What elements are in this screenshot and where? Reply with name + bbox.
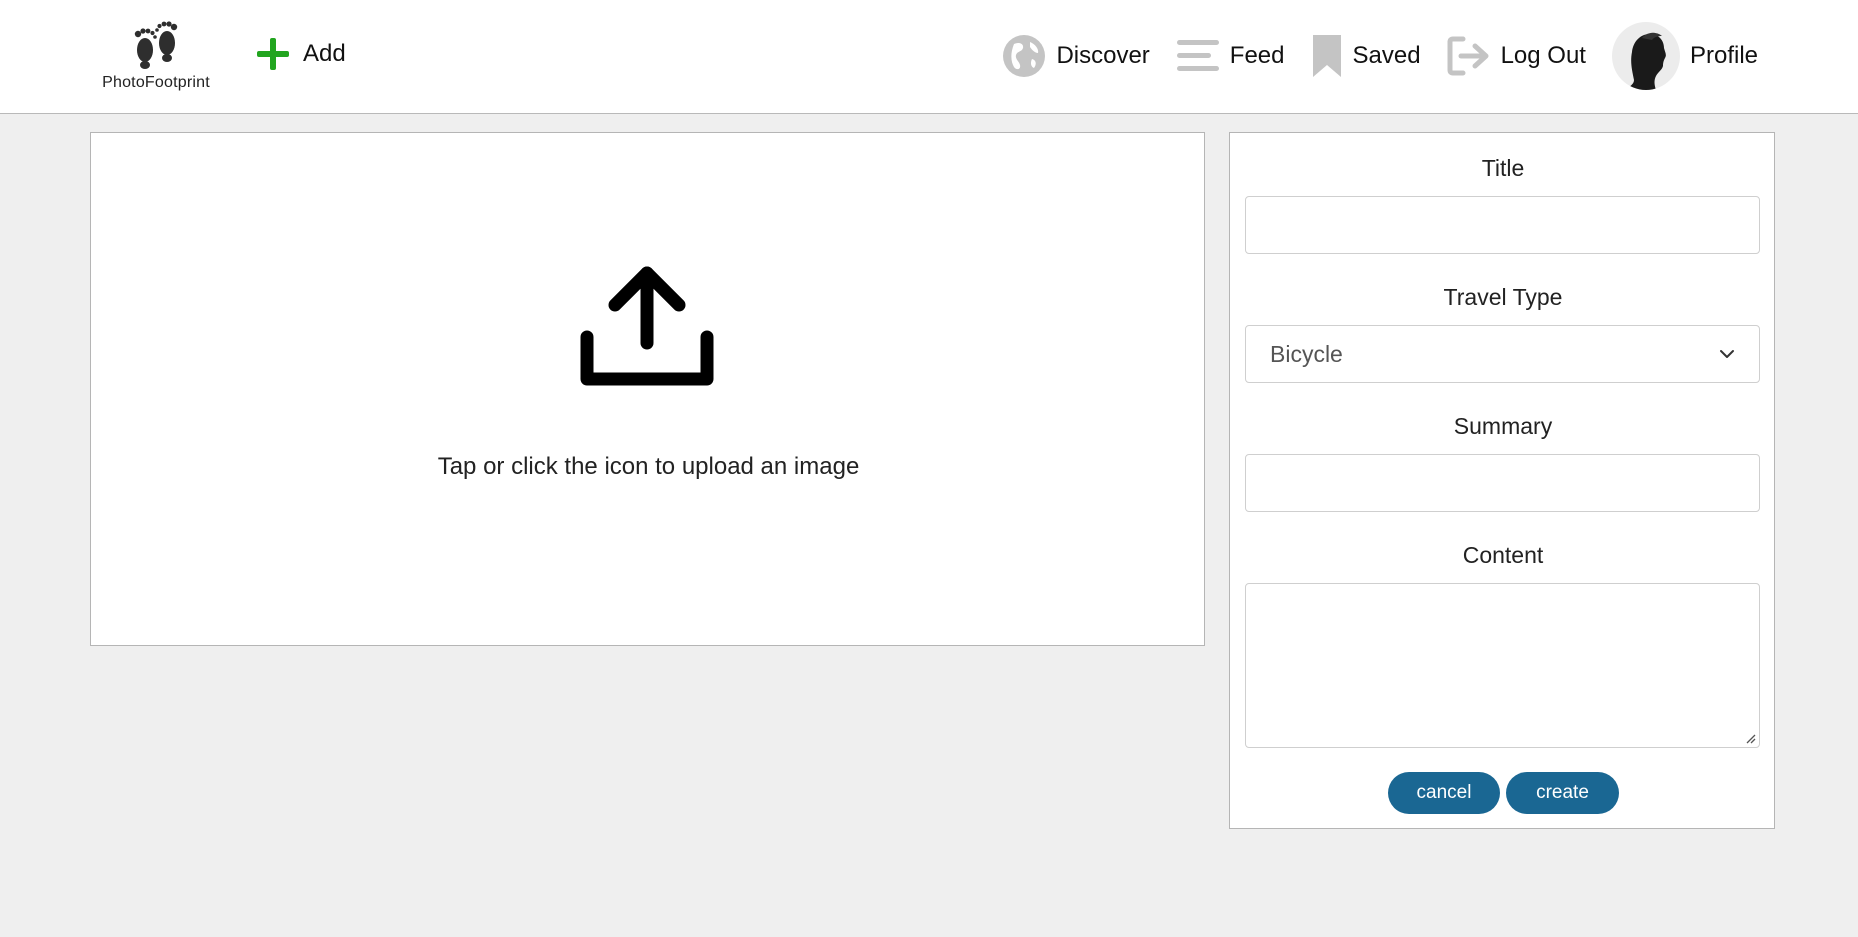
upload-instruction: Tap or click the icon to upload an image <box>437 453 860 480</box>
logo-text: PhotoFootprint <box>102 74 210 91</box>
avatar <box>1611 22 1680 90</box>
plus-icon <box>257 38 289 70</box>
travel-type-label: Travel Type <box>1443 284 1563 310</box>
nav-discover[interactable]: Discover <box>1002 34 1150 78</box>
content-textarea[interactable] <box>1245 583 1760 748</box>
globe-icon <box>1003 35 1046 77</box>
nav-saved-label: Saved <box>1352 42 1421 69</box>
chevron-down-icon <box>1720 350 1734 358</box>
post-form: Title Travel Type Bicycle Summary Conten… <box>1229 132 1775 829</box>
footprints-icon <box>134 21 178 69</box>
image-upload-panel[interactable]: Tap or click the icon to upload an image <box>90 132 1205 646</box>
travel-type-value: Bicycle <box>1270 340 1343 367</box>
upload-icon[interactable] <box>577 255 717 395</box>
cancel-button[interactable]: cancel <box>1388 772 1500 814</box>
nav-profile[interactable]: Profile <box>1611 22 1758 90</box>
nav-feed-label: Feed <box>1229 42 1285 69</box>
nav-logout-label: Log Out <box>1500 42 1586 69</box>
nav-feed[interactable]: Feed <box>1176 36 1285 76</box>
logout-arrow-icon <box>1447 36 1489 76</box>
menu-lines-icon <box>1176 40 1219 71</box>
top-navbar: PhotoFootprint Add Discover Feed Saved L… <box>0 0 1858 114</box>
create-button[interactable]: create <box>1506 772 1619 814</box>
logo-link[interactable]: PhotoFootprint <box>96 18 216 96</box>
nav-logout[interactable]: Log Out <box>1447 35 1586 77</box>
add-button[interactable]: Add <box>255 34 346 74</box>
nav-discover-label: Discover <box>1056 42 1150 69</box>
travel-type-select[interactable]: Bicycle <box>1245 325 1760 383</box>
title-label: Title <box>1481 155 1525 181</box>
nav-profile-label: Profile <box>1689 42 1758 69</box>
nav-menu: Discover Feed Saved Log Out Profile <box>976 20 1758 92</box>
resize-grip-icon[interactable] <box>1744 732 1756 744</box>
summary-input[interactable] <box>1245 454 1760 512</box>
profile-photo <box>1625 32 1666 90</box>
title-input[interactable] <box>1245 196 1760 254</box>
nav-saved[interactable]: Saved <box>1311 33 1421 79</box>
content-label: Content <box>1462 542 1544 568</box>
bookmark-icon <box>1312 35 1341 77</box>
summary-label: Summary <box>1453 413 1553 439</box>
add-label: Add <box>303 40 346 67</box>
